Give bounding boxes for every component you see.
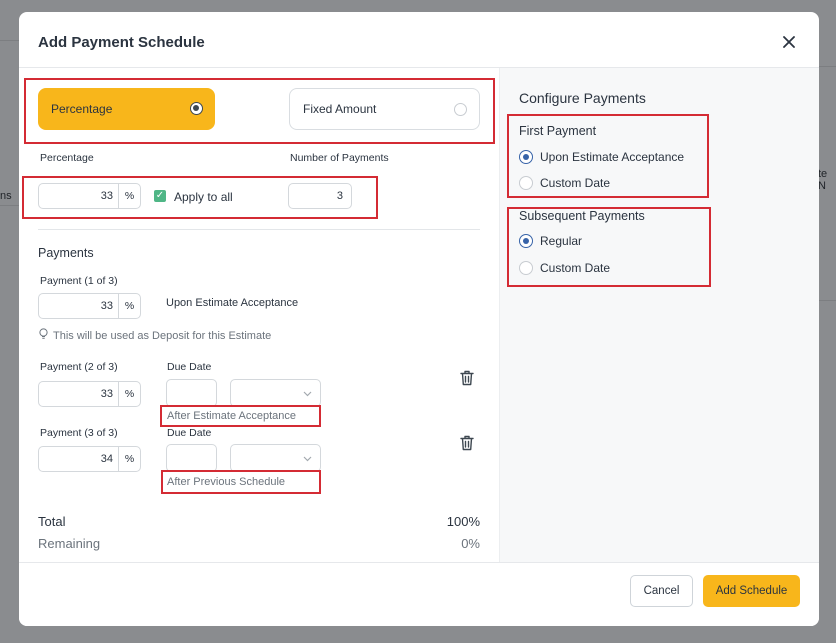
add-payment-schedule-modal: Add Payment Schedule Percentage Fixed Am… [19, 12, 819, 626]
payment-3-due-date-label: Due Date [167, 427, 212, 439]
subsequent-payments-option-custom-date[interactable]: Custom Date [519, 261, 610, 275]
payment-1-hint-text: This will be used as Deposit for this Es… [53, 329, 272, 342]
remaining-label: Remaining [38, 536, 101, 551]
payment-3-label: Payment (3 of 3) [40, 427, 118, 439]
first-payment-option-label: Custom Date [540, 176, 611, 190]
radio-selected-icon [519, 234, 533, 248]
percentage-option-label: Percentage [51, 102, 113, 116]
close-icon[interactable] [781, 34, 797, 50]
payment-3-due-unit-select[interactable] [230, 444, 321, 472]
modal-footer: Cancel Add Schedule [19, 562, 819, 626]
total-value: 100% [446, 514, 480, 529]
percentage-unit: % [118, 184, 140, 208]
payment-3-value: 34 [100, 453, 113, 465]
subsequent-payments-title: Subsequent Payments [519, 209, 645, 223]
apply-to-all-label: Apply to all [174, 190, 233, 204]
radio-unselected-icon [519, 261, 533, 275]
total-label: Total [38, 514, 66, 529]
modal-header: Add Payment Schedule [19, 12, 819, 68]
payment-2-after-text: After Estimate Acceptance [167, 410, 297, 422]
payment-1-hint: This will be used as Deposit for this Es… [38, 328, 271, 343]
percentage-field-label: Percentage [40, 152, 94, 164]
payment-3-due-days-input[interactable] [166, 444, 217, 472]
number-of-payments-input[interactable]: 3 [288, 183, 352, 209]
bg-partial-text-left: ns [0, 190, 12, 202]
payment-2-trash-icon[interactable] [460, 370, 474, 386]
cancel-button[interactable]: Cancel [630, 575, 693, 607]
percentage-radio-icon [190, 102, 203, 115]
percentage-option[interactable]: Percentage [38, 88, 215, 130]
payment-1-description: Upon Estimate Acceptance [166, 297, 299, 309]
lightbulb-icon [38, 328, 49, 343]
divider [38, 229, 480, 230]
fixed-amount-option-label: Fixed Amount [303, 102, 377, 116]
payment-1-label: Payment (1 of 3) [40, 275, 118, 287]
remaining-value: 0% [461, 536, 480, 551]
payment-3-input[interactable]: 34 % [38, 446, 141, 472]
first-payment-title: First Payment [519, 124, 597, 138]
fixed-amount-option[interactable]: Fixed Amount [289, 88, 480, 130]
configure-payments-title: Configure Payments [519, 90, 646, 106]
payment-2-due-unit-select[interactable] [230, 379, 321, 407]
payment-3-trash-icon[interactable] [460, 435, 474, 451]
bg-divider [0, 40, 19, 41]
first-payment-option-estimate-acceptance[interactable]: Upon Estimate Acceptance [519, 150, 684, 164]
modal-title: Add Payment Schedule [38, 34, 205, 51]
payment-2-due-days-input[interactable] [166, 379, 217, 407]
first-payment-option-custom-date[interactable]: Custom Date [519, 176, 610, 190]
subsequent-payments-option-label: Regular [540, 234, 583, 248]
bg-divider [819, 300, 836, 301]
fixed-amount-radio-icon [454, 103, 467, 116]
bg-divider [0, 205, 19, 206]
payments-section-title: Payments [38, 246, 94, 260]
number-of-payments-label: Number of Payments [290, 152, 389, 164]
payment-3-unit: % [118, 447, 140, 471]
payment-1-input[interactable]: 33 % [38, 293, 141, 319]
payment-1-unit: % [118, 294, 140, 318]
configure-payments-panel: Configure Payments First Payment Upon Es… [499, 68, 819, 562]
payment-2-value: 33 [100, 388, 113, 400]
payment-3-after-text: After Previous Schedule [167, 476, 286, 488]
subsequent-payments-option-regular[interactable]: Regular [519, 234, 582, 248]
schedule-form: Percentage Fixed Amount Percentage Numbe… [19, 68, 499, 562]
first-payment-option-label: Upon Estimate Acceptance [540, 150, 685, 164]
radio-selected-icon [519, 150, 533, 164]
payment-2-unit: % [118, 382, 140, 406]
payment-2-label: Payment (2 of 3) [40, 361, 118, 373]
payment-2-due-date-label: Due Date [167, 361, 212, 373]
radio-unselected-icon [519, 176, 533, 190]
percentage-input-value: 33 [100, 190, 113, 202]
subsequent-payments-option-label: Custom Date [540, 261, 611, 275]
apply-to-all-checkbox[interactable]: ✓ [154, 190, 166, 202]
bg-partial-text-right: te N [818, 168, 828, 192]
percentage-input[interactable]: 33 % [38, 183, 141, 209]
payment-1-value: 33 [100, 300, 113, 312]
number-of-payments-value: 3 [336, 190, 343, 202]
bg-divider [819, 66, 836, 67]
payment-2-input[interactable]: 33 % [38, 381, 141, 407]
chevron-down-icon [303, 389, 312, 399]
chevron-down-icon [303, 454, 312, 464]
add-schedule-button[interactable]: Add Schedule [703, 575, 800, 607]
